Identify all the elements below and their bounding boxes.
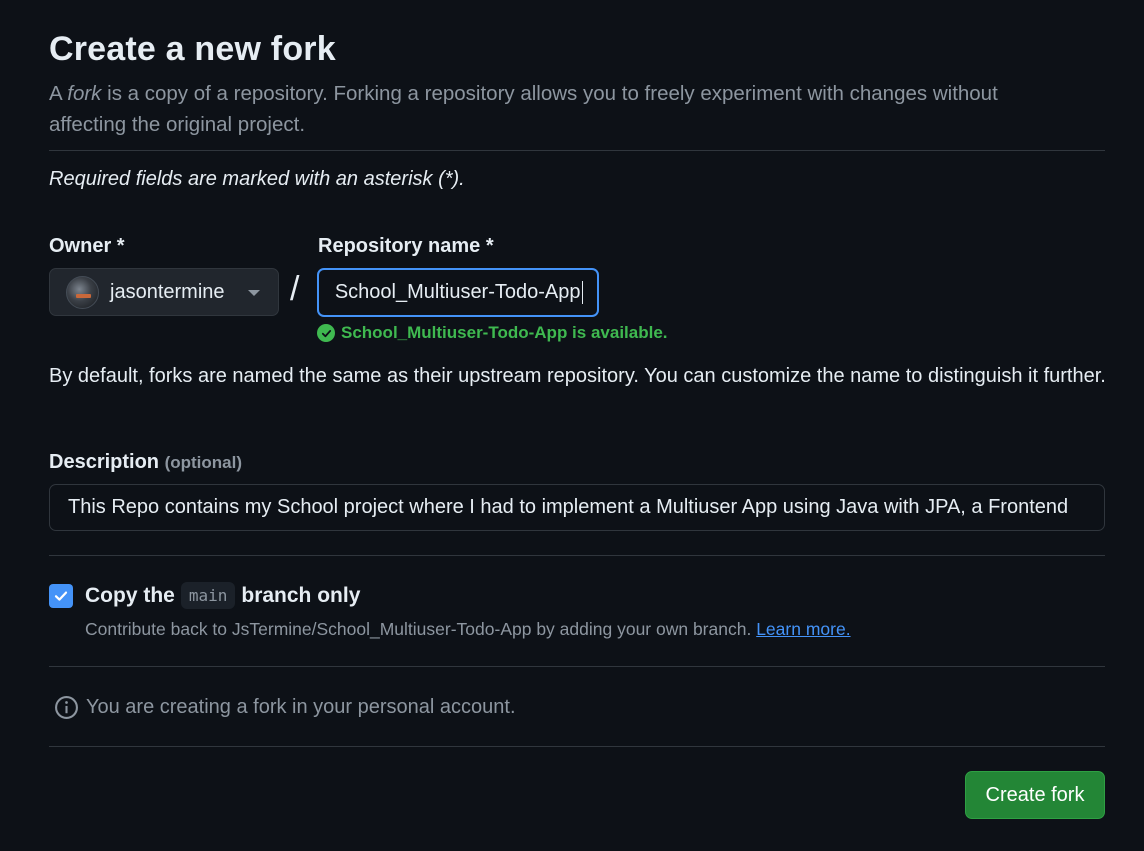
copy-main-branch-checkbox[interactable] — [49, 584, 73, 608]
repository-name-input[interactable]: School_Multiuser-Todo-App — [317, 268, 599, 317]
availability-message: School_Multiuser-Todo-App is available. — [317, 323, 668, 343]
description-label-text: Description — [49, 451, 160, 473]
copy-branch-label[interactable]: Copy the main branch only — [85, 582, 360, 609]
fork-term: fork — [67, 82, 102, 105]
branch-name-code: main — [180, 582, 236, 609]
owner-repo-separator: / — [290, 270, 300, 308]
page-title: Create a new fork — [49, 30, 336, 68]
personal-account-note: You are creating a fork in your personal… — [54, 695, 516, 720]
caret-down-icon — [248, 290, 260, 296]
owner-label: Owner * — [49, 235, 125, 257]
learn-more-link[interactable]: Learn more. — [756, 619, 850, 639]
owner-dropdown[interactable]: jasontermine — [49, 268, 279, 316]
personal-note-text: You are creating a fork in your personal… — [86, 696, 516, 718]
footer-divider — [49, 746, 1105, 747]
default-naming-note: By default, forks are named the same as … — [49, 365, 1106, 387]
owner-name: jasontermine — [110, 280, 225, 303]
copy-label-before: Copy the — [85, 583, 175, 607]
copy-label-after: branch only — [241, 583, 361, 607]
owner-avatar — [66, 275, 99, 309]
page-subtitle: A fork is a copy of a repository. Forkin… — [49, 82, 998, 136]
availability-text: School_Multiuser-Todo-App is available. — [341, 323, 668, 342]
header-divider — [49, 150, 1105, 151]
info-icon — [54, 695, 79, 720]
description-label: Description (optional) — [49, 451, 242, 474]
description-input[interactable]: This Repo contains my School project whe… — [49, 484, 1105, 531]
required-fields-note: Required fields are marked with an aster… — [49, 168, 465, 190]
contribute-text: Contribute back to JsTermine/School_Mult… — [85, 619, 752, 639]
branch-divider — [49, 666, 1105, 667]
fork-page: Create a new fork A fork is a copy of a … — [0, 0, 1144, 851]
repository-name-label: Repository name * — [318, 235, 494, 257]
checkmark-icon — [54, 591, 68, 601]
description-divider — [49, 555, 1105, 556]
contribute-help-text: Contribute back to JsTermine/School_Mult… — [85, 619, 851, 640]
create-fork-button[interactable]: Create fork — [965, 771, 1105, 819]
repository-name-value: School_Multiuser-Todo-App — [334, 281, 581, 303]
check-circle-icon — [317, 324, 335, 342]
text-cursor — [581, 281, 583, 304]
optional-hint: (optional) — [164, 453, 243, 472]
